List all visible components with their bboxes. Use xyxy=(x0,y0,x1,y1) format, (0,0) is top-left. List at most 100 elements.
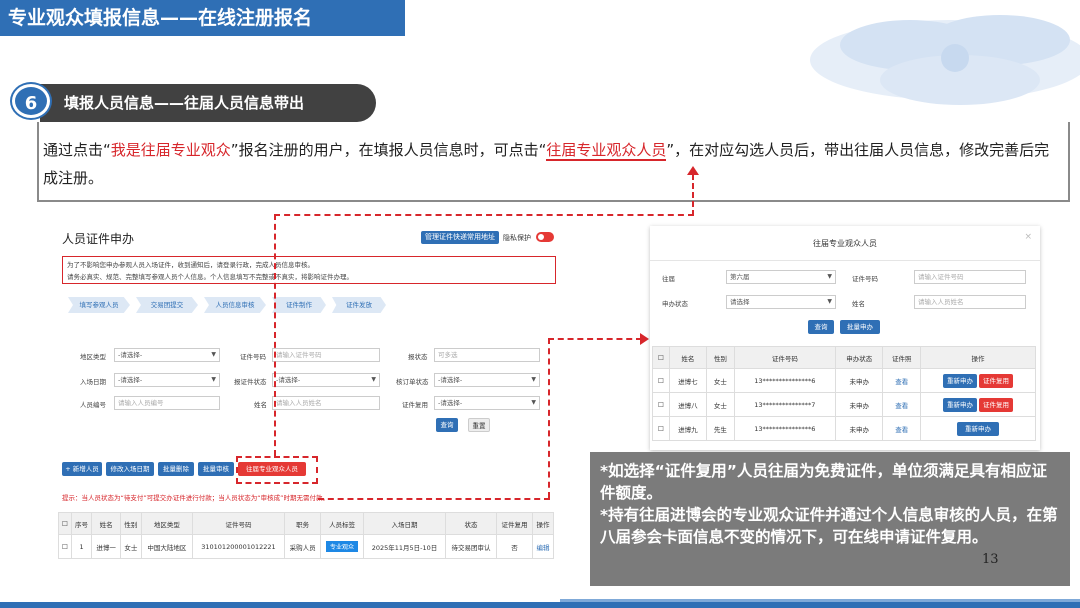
query-button[interactable]: 查询 xyxy=(436,418,458,432)
step-chip: 人员信息审核 xyxy=(204,297,266,313)
chevron-down-icon: ▼ xyxy=(827,298,832,305)
view-photo-link[interactable]: 查看 xyxy=(882,392,921,417)
step-title: 填报人员信息——往届人员信息带出 xyxy=(40,84,376,122)
table-cell: 1 xyxy=(70,534,93,559)
table-cell: 专业观众 xyxy=(320,534,365,559)
apply-status-value: 请选择 xyxy=(730,298,750,306)
manage-address-button[interactable]: 管理证件快递常用地址 xyxy=(421,231,499,244)
entry-select[interactable]: -请选择- ▼ xyxy=(114,373,220,387)
modal-title: 往届专业观众人员 xyxy=(813,239,877,248)
reapply-button[interactable]: 重新申办 xyxy=(942,397,977,412)
table-cell: 重新申办 xyxy=(919,416,1037,441)
name-input[interactable]: 请输入人员姓名 xyxy=(272,396,380,410)
chevron-down-icon: ▼ xyxy=(531,376,536,383)
table-header: 证件号码 xyxy=(733,346,836,369)
review-label: 核订单状态 xyxy=(396,378,429,386)
region-select[interactable]: -请选择- ▼ xyxy=(114,348,220,362)
table-cell: 进博八 xyxy=(668,392,708,417)
arrow-right-icon xyxy=(640,333,649,345)
table-header: 人员标签 xyxy=(320,512,365,535)
callout-line-2: *持有往届进博会的专业观众证件并通过个人信息审核的人员，在第八届参会卡面信息不变… xyxy=(600,506,1058,546)
callout-line-1: *如选择“证件复用”人员往届为免费证件，单位须满足具有相应证件额度。 xyxy=(600,462,1047,502)
cert-status-label: 报证件状态 xyxy=(234,378,267,386)
description-box: 通过点击“我是往届专业观众”报名注册的用户，在填报人员信息时，可点击“往届专业观… xyxy=(37,122,1070,202)
reuse-select[interactable]: -请选择- ▼ xyxy=(434,396,540,410)
notice-box: 为了不影响您申办参观人员入场证件，收到通知后，请登录行政，完成人员信息审核。 请… xyxy=(62,256,556,284)
table-cell: 进博九 xyxy=(668,416,708,441)
person-no-input[interactable]: 请输入人员编号 xyxy=(114,396,220,410)
review-select[interactable]: -请选择- ▼ xyxy=(434,373,540,387)
step-chip: 证件制作 xyxy=(272,297,326,313)
name-label: 姓名 xyxy=(852,300,865,308)
view-photo-link[interactable]: 查看 xyxy=(882,416,921,441)
chevron-down-icon: ▼ xyxy=(211,351,216,358)
notice-line-1: 为了不影响您申办参观人员入场证件，收到通知后，请登录行政，完成人员信息审核。 xyxy=(67,261,314,269)
past-visitor-table: ☐ 姓名 性别 证件号码 申办状态 证件照 操作 ☐ 进博七 女士 13****… xyxy=(652,346,1037,441)
reuse-label: 证件复用 xyxy=(402,401,428,409)
batch-review-button[interactable]: 批量审核 xyxy=(198,462,234,476)
entry-label: 入场日期 xyxy=(80,378,106,386)
table-cell: 进博一 xyxy=(91,534,121,559)
reapply-button[interactable]: 重新申办 xyxy=(956,421,999,436)
privacy-toggle[interactable] xyxy=(536,232,554,242)
connector-line xyxy=(274,214,276,456)
connector-line xyxy=(548,338,642,340)
desc-highlight-1: 我是往届专业观众 xyxy=(110,141,231,159)
table-header: 状态 xyxy=(444,512,498,535)
table-cell: 女士 xyxy=(706,392,735,417)
table-header: 姓名 xyxy=(668,346,708,369)
table-cell: 未申办 xyxy=(834,368,884,393)
add-person-button[interactable]: + 新增人员 xyxy=(62,462,102,476)
privacy-label: 隐私保护 xyxy=(503,234,531,242)
table-cell: 待交易团审认 xyxy=(444,534,498,559)
id-input[interactable]: 请输入证件号码 xyxy=(272,348,380,362)
apply-status-select[interactable]: 请选择 ▼ xyxy=(726,295,836,309)
step-chip: 交易团提交 xyxy=(136,297,198,313)
row-checkbox[interactable]: ☐ xyxy=(652,416,670,441)
reuse-cert-button[interactable]: 证件复用 xyxy=(979,373,1014,388)
connector-line xyxy=(318,498,550,500)
table-header: 证件复用 xyxy=(496,512,534,535)
batch-delete-button[interactable]: 批量删除 xyxy=(158,462,194,476)
step-chip: 证件发放 xyxy=(332,297,386,313)
cert-status-value: -请选择- xyxy=(276,376,301,384)
reapply-button[interactable]: 重新申办 xyxy=(942,373,977,388)
table-cell: 女士 xyxy=(119,534,142,559)
desc-text-2: ”报名注册的用户，在填报人员信息时，可点击“ xyxy=(230,141,547,159)
table-cell: 女士 xyxy=(706,368,735,393)
table-header: 证件号码 xyxy=(191,512,286,535)
table-header: 证件照 xyxy=(882,346,921,369)
batch-apply-button[interactable]: 批量申办 xyxy=(840,320,880,334)
session-value: 第六届 xyxy=(730,273,750,281)
table-header: 职务 xyxy=(284,512,322,535)
query-button[interactable]: 查询 xyxy=(808,320,834,334)
footer-bar xyxy=(0,602,1080,608)
row-checkbox[interactable]: ☐ xyxy=(58,534,72,559)
cert-status-select[interactable]: -请选择- ▼ xyxy=(272,373,380,387)
reuse-cert-button[interactable]: 证件复用 xyxy=(979,397,1014,412)
reuse-value: -请选择- xyxy=(438,399,463,407)
table-cell: 先生 xyxy=(706,416,735,441)
cert-no-input[interactable]: 请输入证件号码 xyxy=(914,270,1026,284)
name-input[interactable]: 请输入人员姓名 xyxy=(914,295,1026,309)
edit-entry-date-button[interactable]: 修改入场日期 xyxy=(106,462,154,476)
table-cell: 13***************7 xyxy=(733,392,836,417)
table-cell: 310101200001012221 xyxy=(191,534,286,559)
table-header: 姓名 xyxy=(91,512,121,535)
view-photo-link[interactable]: 查看 xyxy=(882,368,921,393)
table-row: ☐ 进博七 女士 13***************6 未申办 查看 重新申办 … xyxy=(652,368,1037,393)
person-table: ☐ 序号 姓名 性别 地区类型 证件号码 职务 人员标签 入场日期 状态 证件复… xyxy=(58,512,554,559)
row-checkbox[interactable]: ☐ xyxy=(652,368,670,393)
reset-button[interactable]: 重置 xyxy=(468,418,490,432)
row-checkbox[interactable]: ☐ xyxy=(652,392,670,417)
chevron-down-icon: ▼ xyxy=(211,376,216,383)
edit-link[interactable]: 编辑 xyxy=(532,534,554,559)
session-select[interactable]: 第六届 ▼ xyxy=(726,270,836,284)
status-select[interactable]: 可多选 xyxy=(434,348,540,362)
table-header: ☐ xyxy=(652,346,670,369)
region-value: -请选择- xyxy=(118,351,143,359)
close-icon[interactable]: × xyxy=(1024,232,1032,242)
table-cell: 13***************6 xyxy=(733,416,836,441)
table-cell: 13***************6 xyxy=(733,368,836,393)
chevron-down-icon: ▼ xyxy=(827,273,832,280)
